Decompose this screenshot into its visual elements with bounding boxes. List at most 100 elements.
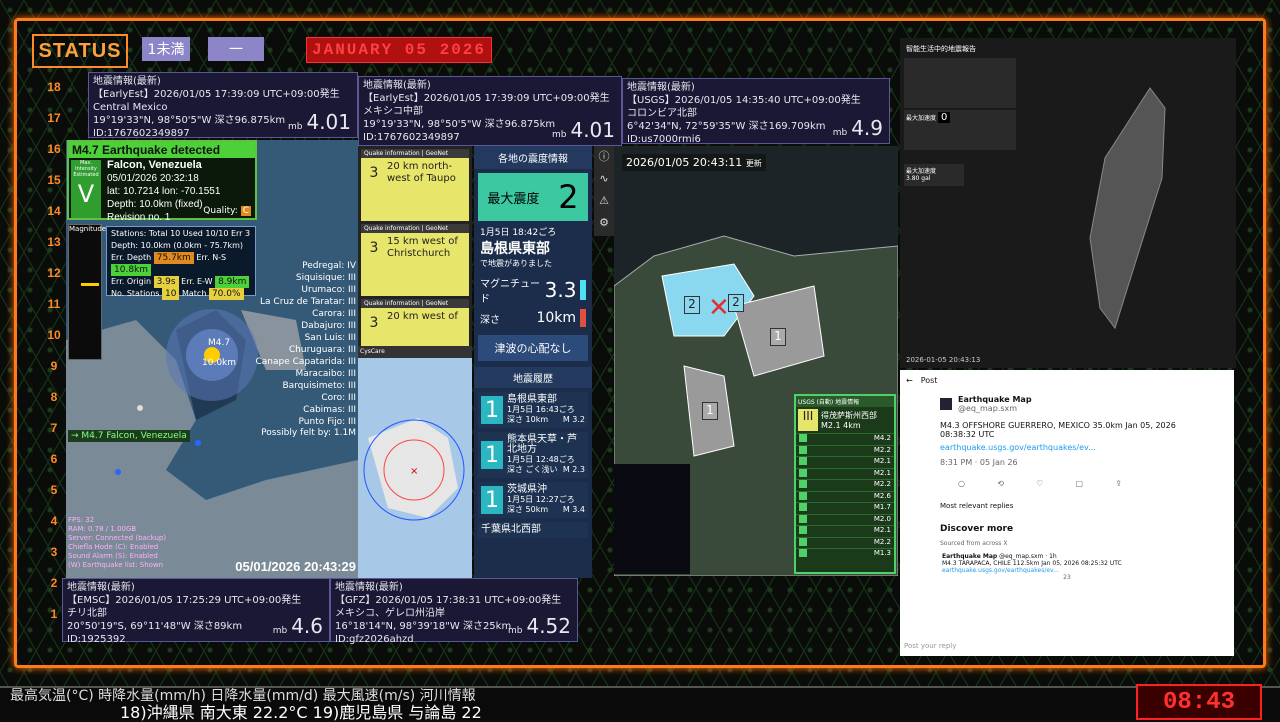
history-item[interactable]: 1 熊本県天草・芦北地方 1月5日 12:48ごろ 深さ ごく浅い M 2.3 [478,432,588,478]
history-item[interactable]: 千葉県北西部 [478,522,588,538]
usgs-list-row[interactable]: M2.2 [796,444,894,457]
taiwan-map [1089,87,1166,330]
jp-header: 各地の震度情報 [474,146,592,169]
detection-header: M4.7 Earthquake detected [69,142,255,158]
discover-more: Discover more [940,524,1014,534]
quake-time: 05/01/2026 20:32:18 [107,173,199,184]
usgs-intensity: III [798,409,818,431]
box-place: コロンビア北部 [627,108,697,119]
usgs-header: USGS (自動) 地震情報 [796,396,894,407]
intensity-marker-1a: 1 [770,328,786,346]
jp-intensity-panel: 各地の震度情報 最大震度 2 1月5日 18:42ごろ 島根県東部 で地震があり… [474,146,592,578]
intensity-value: V [77,180,95,208]
box-title: 地震情報(最新) [93,76,161,87]
date-display: JANUARY 05 2026 [306,37,492,63]
box-source: 【EarlyEst】2026/01/05 17:39:09 UTC+09:00発… [363,93,610,104]
quake-timestamp: 05/01/2026 20:43:29 [235,559,356,574]
city-intensity: Cabimas: III [303,405,356,415]
max-intensity-box: 最大震度 2 [478,173,588,221]
wave-icon[interactable]: ∿ [594,168,614,190]
max-value: 2 [558,178,579,216]
quake-info-box-3: 地震情報(最新) 【USGS】2026/01/05 14:35:40 UTC+0… [622,78,890,145]
city-intensity: Urumaco: III [301,285,356,295]
usgs-list-row[interactable]: M2.1 [796,525,894,537]
kyoshin-mini-map [614,464,690,574]
reply-input[interactable]: Post your reply [904,642,956,650]
status-button[interactable]: STATUS [32,34,128,68]
quake-info-box-4: 地震情報(最新) 【EMSC】2026/01/05 17:25:29 UTC+0… [62,578,330,645]
post-link[interactable]: earthquake.usgs.gov/earthquakes/ev... [900,443,1234,452]
row-number: 5 [50,483,58,497]
x-post-panel: ← Post Earthquake Map @eq_map.sxm M4.3 OFF… [900,370,1234,656]
quake-footer[interactable]: → M4.7 Falcon, Venezuela [68,430,190,442]
history-item[interactable]: 1 島根県東部 1月5日 16:43ごろ 深さ 10km M 3.2 [478,392,588,428]
city-intensity: Pedregal: IV [302,261,356,271]
info-icon[interactable]: ⓘ [594,146,614,168]
usgs-quake-list: USGS (自動) 地震情報 III 得茂萨斯州西部 M2.1 4km M4.2 M… [794,394,896,574]
box-magnitude: mb 4.01 [287,110,351,134]
intensity-marker-2a: 2 [684,296,700,314]
city-intensity: San Luis: III [304,333,356,343]
row-number: 10 [47,328,61,342]
usgs-list-row[interactable]: M2.0 [796,513,894,526]
usgs-list-row[interactable]: M1.7 [796,502,894,514]
box-place: メキシコ中部 [363,106,423,117]
repost-icon[interactable]: ⟲ [997,479,1004,488]
row-number: 16 [47,142,61,156]
stations-line: Stations: Total 10 Used 10/10 Err 3 [111,229,251,238]
row-number: 17 [47,111,61,125]
usgs-top: III 得茂萨斯州西部 M2.1 4km [796,407,894,433]
usgs-list-row[interactable]: M2.2 [796,479,894,491]
bookmark-icon[interactable]: ▢ [1076,479,1084,488]
map-timestamp: 2026/01/05 20:43:11 更新 [622,154,766,171]
gear-icon[interactable]: ⚙ [594,212,614,234]
box-title: 地震情報(最新) [67,582,135,593]
usgs-list-row[interactable]: M2.1 [796,467,894,480]
intensity-label: Max. Intensity Estimated [73,160,99,178]
usgs-list-row[interactable]: M2.2 [796,536,894,549]
warning-icon[interactable]: ⚠ [594,190,614,212]
row-number: 8 [50,390,58,404]
city-intensity: Maracaibo: III [295,369,356,379]
felt-by: Possibly felt by: 1.1M [261,428,356,438]
back-icon[interactable]: ← [906,376,913,385]
post-time: 8:31 PM · 05 Jan 26 [940,458,1018,467]
geonet-card[interactable]: Quake information | GeoNet 3 15 km west of… [361,224,469,296]
box-magnitude: mb 4.6 [272,614,323,638]
usgs-list-row[interactable]: M4.2 [796,433,894,445]
reply-icon[interactable]: ○ [958,479,965,488]
row-number: 11 [47,297,61,311]
city-intensity: Punto Fijo: III [298,417,356,427]
tw-max: 最大加速度 0 [904,110,1016,150]
box-source: 【USGS】2026/01/05 14:35:40 UTC+09:00発生 [627,95,861,106]
share-icon[interactable]: ⇪ [1115,479,1122,488]
intensity-box: Max. Intensity Estimated V [71,160,101,218]
venezuela-quake-panel: M4.7 Earthquake detected Max. Intensity … [66,140,358,578]
city-intensity: Canape Capatarida: III [255,357,357,367]
history-item[interactable]: 1 茨城県沖 1月5日 12:27ごろ 深さ 50km M 3.4 [478,482,588,518]
box-title: 地震情報(最新) [627,82,695,93]
usgs-list-row[interactable]: M2.6 [796,490,894,503]
row-number: 15 [47,173,61,187]
box-title: 地震情報(最新) [335,582,403,593]
jp-place: 島根県東部 [480,241,550,257]
err-row-1: Err. Depth 75.7km Err. N-S 10.8km [111,252,227,276]
usgs-list-row[interactable]: M1.3 [796,548,894,560]
jp-depth-row: 深さ 10km [474,307,592,329]
post-body: M4.3 OFFSHORE GUERRERO, MEXICO 35.0km Ja… [940,421,1176,439]
geonet-card[interactable]: Quake information | GeoNet 3 20 km north-w… [361,149,469,221]
like-icon[interactable]: ♡ [1036,479,1043,488]
dash-pill: 一 [208,37,264,61]
usgs-list-row[interactable]: M2.1 [796,456,894,468]
jp-note: で地震がありました [480,259,552,268]
quake-place: Falcon, Venezuela [107,159,202,171]
intensity-marker-2b: 2 [728,294,744,312]
avatar[interactable] [940,398,952,410]
alaska-map-panel: CysCare × [358,346,472,578]
row-number: 9 [50,359,58,373]
quake-info-box-1: 地震情報(最新) 【EarlyEst】2026/01/05 17:39:09 U… [88,72,358,139]
reply-item[interactable]: Earthquake Map @eq_map.sxm · 1h M4.3 TARA… [900,547,1234,587]
status-lines: FPS: 32 RAM: 0.78 / 1.00GB Server: Connect… [68,516,166,570]
relevant-replies[interactable]: Most relevant replies [900,494,1234,518]
box-magnitude: mb 4.01 [551,118,615,142]
